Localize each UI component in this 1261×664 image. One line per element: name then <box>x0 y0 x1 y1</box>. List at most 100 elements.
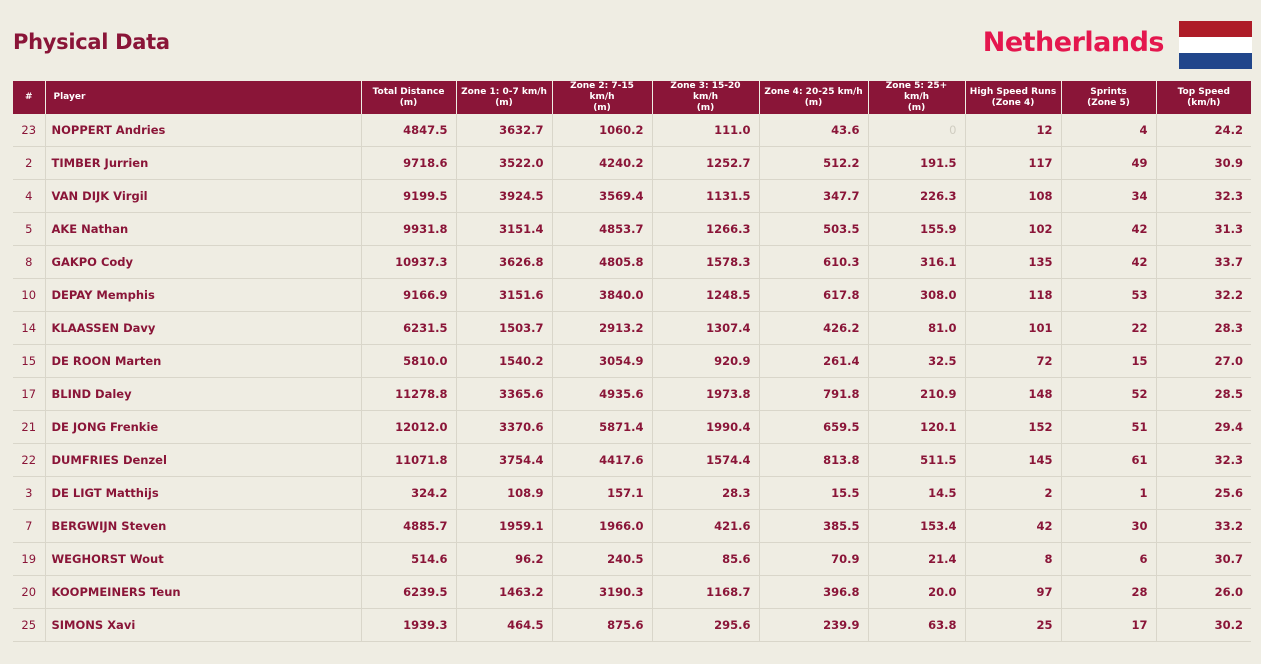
col-top-speed-value: 30.7 <box>1156 542 1251 576</box>
table-row: 3 DE LIGT Matthijs 324.2 108.9 157.1 28.3 15.5… <box>13 476 1251 510</box>
col-zone2-value: 2913.2 <box>552 311 653 345</box>
col-high-speed-runs-value: 148 <box>965 377 1062 411</box>
col-total-distance-value: 514.6 <box>361 542 457 576</box>
col-high-speed-runs-value: 8 <box>965 542 1062 576</box>
header-label-line: Zone 1: 0-7 km/h <box>461 86 547 97</box>
col-zone5-value: 210.9 <box>868 377 966 411</box>
col-high-speed-runs-value: 25 <box>965 608 1062 642</box>
col-top-speed-value: 32.2 <box>1156 278 1251 312</box>
table-row: 22 DUMFRIES Denzel 11071.8 3754.4 4417.6 1574… <box>13 443 1251 477</box>
col-zone3-value: 111.0 <box>652 114 760 147</box>
player-number: 25 <box>13 608 46 642</box>
col-zone4-value: 385.5 <box>759 509 869 543</box>
col-zone4-value: 791.8 <box>759 377 869 411</box>
col-zone1-value: 3151.6 <box>456 278 553 312</box>
col-zone3-value: 1168.7 <box>652 575 760 609</box>
col-total-distance-value: 4885.7 <box>361 509 457 543</box>
col-zone2-value: 1060.2 <box>552 114 653 147</box>
player-name: KOOPMEINERS Teun <box>45 575 362 609</box>
col-zone3-value: 1266.3 <box>652 212 760 246</box>
player-number: 23 <box>13 114 46 147</box>
player-name: DE JONG Frenkie <box>45 410 362 444</box>
table-row: 23 NOPPERT Andries 4847.5 3632.7 1060.2 111.0… <box>13 114 1251 147</box>
col-top-speed-value: 28.5 <box>1156 377 1251 411</box>
physical-data-table: # Player Total Distance (m) Zone 1: 0-7 km/h… <box>13 81 1251 642</box>
col-total-distance-value: 6239.5 <box>361 575 457 609</box>
col-sprints-value: 42 <box>1061 245 1157 279</box>
col-total-distance-value: 10937.3 <box>361 245 457 279</box>
col-top-speed-value: 28.3 <box>1156 311 1251 345</box>
col-total-distance-value: 5810.0 <box>361 344 457 378</box>
header-label-line: (m) <box>907 103 926 113</box>
col-sprints-value: 15 <box>1061 344 1157 378</box>
col-top-speed-value: 26.0 <box>1156 575 1251 609</box>
header-label-line: Top Speed <box>1177 86 1230 97</box>
col-zone5-header: Zone 5: 25+ km/h (m) <box>868 81 966 114</box>
col-high-speed-runs-value: 42 <box>965 509 1062 543</box>
col-zone2-value: 3840.0 <box>552 278 653 312</box>
col-zone2-value: 5871.4 <box>552 410 653 444</box>
col-zone4-value: 426.2 <box>759 311 869 345</box>
col-high-speed-runs-header: High Speed Runs (Zone 4) <box>965 81 1062 114</box>
header-label-line: High Speed Runs <box>969 86 1057 97</box>
col-zone3-header: Zone 3: 15-20 km/h (m) <box>652 81 760 114</box>
col-high-speed-runs-value: 108 <box>965 179 1062 213</box>
col-zone2-value: 3054.9 <box>552 344 653 378</box>
col-zone2-value: 1966.0 <box>552 509 653 543</box>
col-sprints-value: 6 <box>1061 542 1157 576</box>
col-high-speed-runs-value: 102 <box>965 212 1062 246</box>
col-zone5-value: 155.9 <box>868 212 966 246</box>
col-sprints-value: 52 <box>1061 377 1157 411</box>
flag-stripe-blue <box>1179 53 1252 69</box>
player-number: 21 <box>13 410 46 444</box>
col-zone4-value: 15.5 <box>759 476 869 510</box>
col-zone2-value: 157.1 <box>552 476 653 510</box>
col-sprints-value: 53 <box>1061 278 1157 312</box>
col-zone1-value: 3370.6 <box>456 410 553 444</box>
player-name: WEGHORST Wout <box>45 542 362 576</box>
col-zone4-value: 610.3 <box>759 245 869 279</box>
col-zone2-value: 4240.2 <box>552 146 653 180</box>
col-high-speed-runs-value: 117 <box>965 146 1062 180</box>
col-zone4-value: 659.5 <box>759 410 869 444</box>
col-zone3-value: 1973.8 <box>652 377 760 411</box>
col-zone2-value: 3569.4 <box>552 179 653 213</box>
col-top-speed-value: 24.2 <box>1156 114 1251 147</box>
col-zone5-value: 120.1 <box>868 410 966 444</box>
col-zone5-value: 0 <box>868 114 966 147</box>
col-zone2-value: 875.6 <box>552 608 653 642</box>
table-row: 25 SIMONS Xavi 1939.3 464.5 875.6 295.6 239.9 6… <box>13 608 1251 642</box>
col-total-distance-value: 1939.3 <box>361 608 457 642</box>
table-row: 17 BLIND Daley 11278.8 3365.6 4935.6 1973.8 79… <box>13 377 1251 411</box>
flag-stripe-white <box>1179 37 1252 53</box>
col-zone2-value: 4935.6 <box>552 377 653 411</box>
col-zone1-value: 3365.6 <box>456 377 553 411</box>
col-zone5-value: 191.5 <box>868 146 966 180</box>
col-zone4-value: 261.4 <box>759 344 869 378</box>
col-zone1-value: 3924.5 <box>456 179 553 213</box>
table-row: 7 BERGWIJN Steven 4885.7 1959.1 1966.0 421.6 3… <box>13 509 1251 543</box>
col-zone1-value: 1463.2 <box>456 575 553 609</box>
col-zone3-value: 28.3 <box>652 476 760 510</box>
col-zone4-header: Zone 4: 20-25 km/h (m) <box>759 81 869 114</box>
header-label-line: Zone 4: 20-25 km/h <box>764 86 863 97</box>
col-top-speed-value: 31.3 <box>1156 212 1251 246</box>
col-top-speed-value: 27.0 <box>1156 344 1251 378</box>
col-sprints-value: 4 <box>1061 114 1157 147</box>
player-number: 22 <box>13 443 46 477</box>
table-row: 4 VAN DIJK Virgil 9199.5 3924.5 3569.4 1131.5… <box>13 179 1251 213</box>
col-zone4-value: 503.5 <box>759 212 869 246</box>
col-zone1-value: 1540.2 <box>456 344 553 378</box>
col-sprints-header: Sprints (Zone 5) <box>1061 81 1157 114</box>
col-num-header: # <box>13 81 46 114</box>
col-zone3-value: 1578.3 <box>652 245 760 279</box>
page-title: Physical Data <box>13 30 170 54</box>
table-row: 2 TIMBER Jurrien 9718.6 3522.0 4240.2 1252.7 5… <box>13 146 1251 180</box>
player-name: VAN DIJK Virgil <box>45 179 362 213</box>
header-label-line: (km/h) <box>1187 97 1221 108</box>
col-high-speed-runs-value: 118 <box>965 278 1062 312</box>
team-name: Netherlands <box>982 27 1165 58</box>
player-name: TIMBER Jurrien <box>45 146 362 180</box>
col-zone3-value: 1307.4 <box>652 311 760 345</box>
player-number: 17 <box>13 377 46 411</box>
